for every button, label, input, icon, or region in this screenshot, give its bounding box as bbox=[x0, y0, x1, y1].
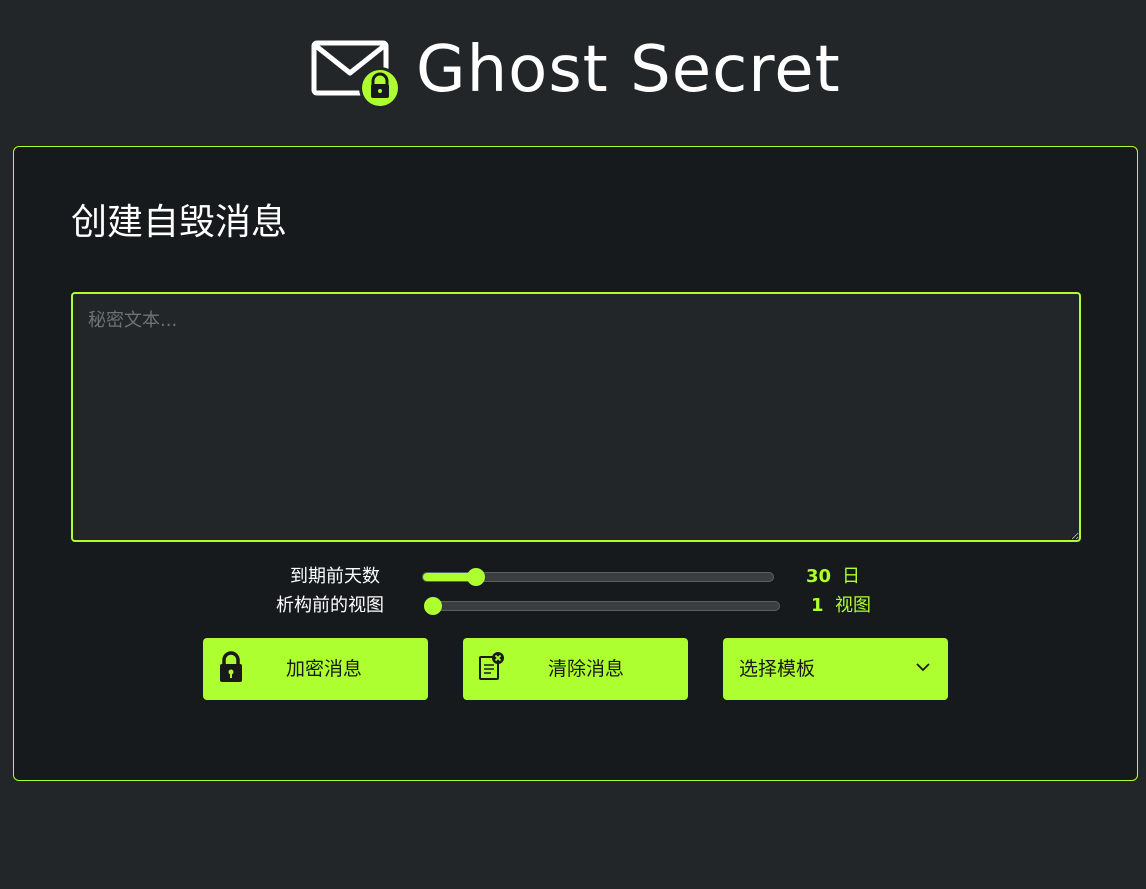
secret-text-input[interactable] bbox=[71, 292, 1081, 542]
encrypt-button-label: 加密消息 bbox=[286, 658, 363, 680]
views-value: 1 bbox=[811, 595, 824, 616]
envelope-lock-icon bbox=[311, 40, 401, 108]
lock-icon bbox=[220, 651, 242, 682]
clear-document-icon bbox=[479, 652, 504, 680]
app-logo-text: Ghost Secret bbox=[416, 33, 841, 107]
expiry-days-unit: 日 bbox=[842, 566, 860, 587]
views-label: 析构前的视图 bbox=[276, 595, 384, 616]
views-slider[interactable] bbox=[423, 597, 780, 615]
template-select-label: 选择模板 bbox=[739, 658, 816, 680]
encrypt-button[interactable]: 加密消息 bbox=[203, 638, 428, 700]
views-row: 析构前的视图 1 视图 bbox=[14, 593, 1139, 619]
create-message-card: 创建自毁消息 到期前天数 30 日 析构前的视图 1 视图 加密消息 bbox=[13, 146, 1138, 781]
expiry-days-label: 到期前天数 bbox=[290, 566, 380, 587]
clear-button-label: 清除消息 bbox=[548, 658, 625, 680]
expiry-days-thumb[interactable] bbox=[466, 568, 485, 586]
header: Ghost Secret bbox=[0, 0, 1146, 140]
chevron-down-icon bbox=[916, 663, 930, 672]
views-thumb[interactable] bbox=[423, 597, 442, 615]
expiry-days-row: 到期前天数 30 日 bbox=[14, 564, 1139, 590]
expiry-days-slider[interactable] bbox=[422, 568, 774, 586]
page-title: 创建自毁消息 bbox=[71, 202, 288, 243]
template-select[interactable]: 选择模板 bbox=[723, 638, 948, 700]
clear-button[interactable]: 清除消息 bbox=[463, 638, 688, 700]
expiry-days-value: 30 bbox=[806, 566, 832, 587]
views-unit: 视图 bbox=[835, 595, 871, 616]
